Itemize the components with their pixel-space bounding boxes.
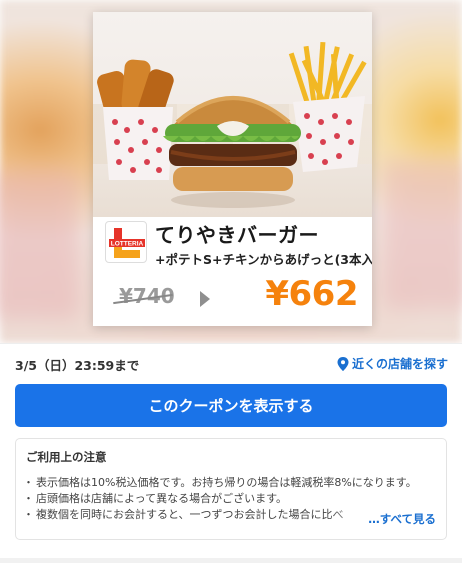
location-pin-icon [337,356,349,371]
coupon-card[interactable]: LOTTERIA てりやきバーガー +ポテトS+チキンからあげっと(3本入り) … [93,12,372,326]
show-coupon-button[interactable]: このクーポンを表示する [15,384,447,427]
divider [0,343,462,344]
discount-price: ¥662 [265,274,358,314]
notes-item: 複数個を同時にお会計すると、一つずつお会計した場合に比べ [26,507,371,523]
expiry-deadline: 3/5（日）23:59まで [15,358,140,373]
logo-wordmark: LOTTERIA [111,241,144,248]
product-subtitle: +ポテトS+チキンからあげっと(3本入り) [155,252,372,267]
product-title: てりやきバーガー [155,223,319,247]
usage-notes-panel: ご利用上の注意 表示価格は10%税込価格です。お持ち帰りの場合は軽減税率8%にな… [15,438,447,540]
see-all-link[interactable]: …すべて見る [364,511,436,527]
find-nearby-store-link[interactable]: 近くの店舗を探す [337,355,448,372]
coupon-hero: LOTTERIA てりやきバーガー +ポテトS+チキンからあげっと(3本入り) … [0,0,462,343]
notes-item: 店頭価格は店舗によって異なる場合がございます。 [26,491,436,507]
lotteria-logo: LOTTERIA [105,221,147,263]
teriyaki-burger-image [163,96,301,208]
product-photo [93,12,372,217]
arrow-right-icon [200,291,210,307]
notes-item: 表示価格は10%税込価格です。お持ち帰りの場合は軽減税率8%になります。 [26,475,436,491]
notes-title: ご利用上の注意 [26,450,107,464]
store-link-label: 近くの店舗を探す [351,357,448,371]
chicken-karaage-image [97,59,174,180]
coupon-title-block: LOTTERIA てりやきバーガー +ポテトS+チキンからあげっと(3本入り) [105,219,372,275]
bottom-separator [0,558,462,563]
french-fries-image [288,41,367,172]
